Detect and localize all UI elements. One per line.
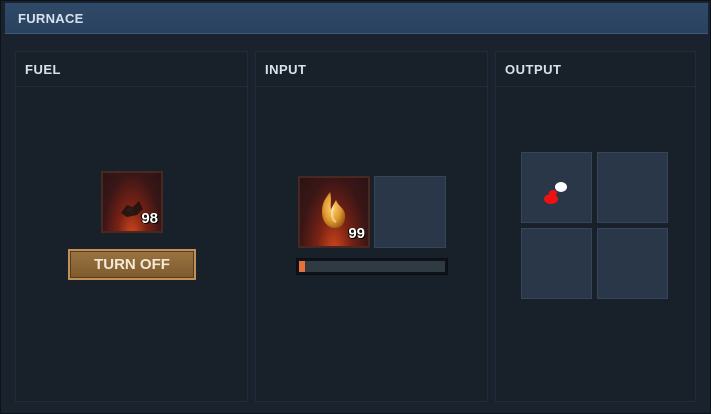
title-bar: FURNACE [5,3,708,34]
progress-track [299,261,445,272]
input-panel-title: INPUT [265,62,307,77]
output-slot-1[interactable] [521,152,592,223]
output-slot-3[interactable] [521,228,592,299]
output-panel-title: OUTPUT [505,62,562,77]
smelting-progress-bar [296,258,448,275]
progress-fill [299,261,305,272]
input-slot-1[interactable]: 99 [298,176,370,248]
fuel-panel-title: FUEL [25,62,61,77]
output-slot-4[interactable] [597,228,668,299]
turn-off-button[interactable]: TURN OFF [68,249,196,280]
output-panel-header: OUTPUT [496,52,695,87]
input-slot-1-count: 99 [348,225,365,242]
input-panel-header: INPUT [256,52,487,87]
input-slot-2[interactable] [374,176,446,248]
window-title: FURNACE [18,11,84,26]
sulfur-icon [544,182,567,204]
fuel-slot-count: 98 [141,210,158,227]
furnace-window: FURNACE FUEL 98 TURN OFF INPUT 99 OUTPUT [0,0,711,414]
output-slot-2[interactable] [597,152,668,223]
fuel-panel: FUEL 98 TURN OFF [15,51,248,402]
input-panel: INPUT 99 [255,51,488,402]
fuel-slot[interactable]: 98 [101,171,163,233]
fuel-panel-header: FUEL [16,52,247,87]
output-panel: OUTPUT [495,51,696,402]
